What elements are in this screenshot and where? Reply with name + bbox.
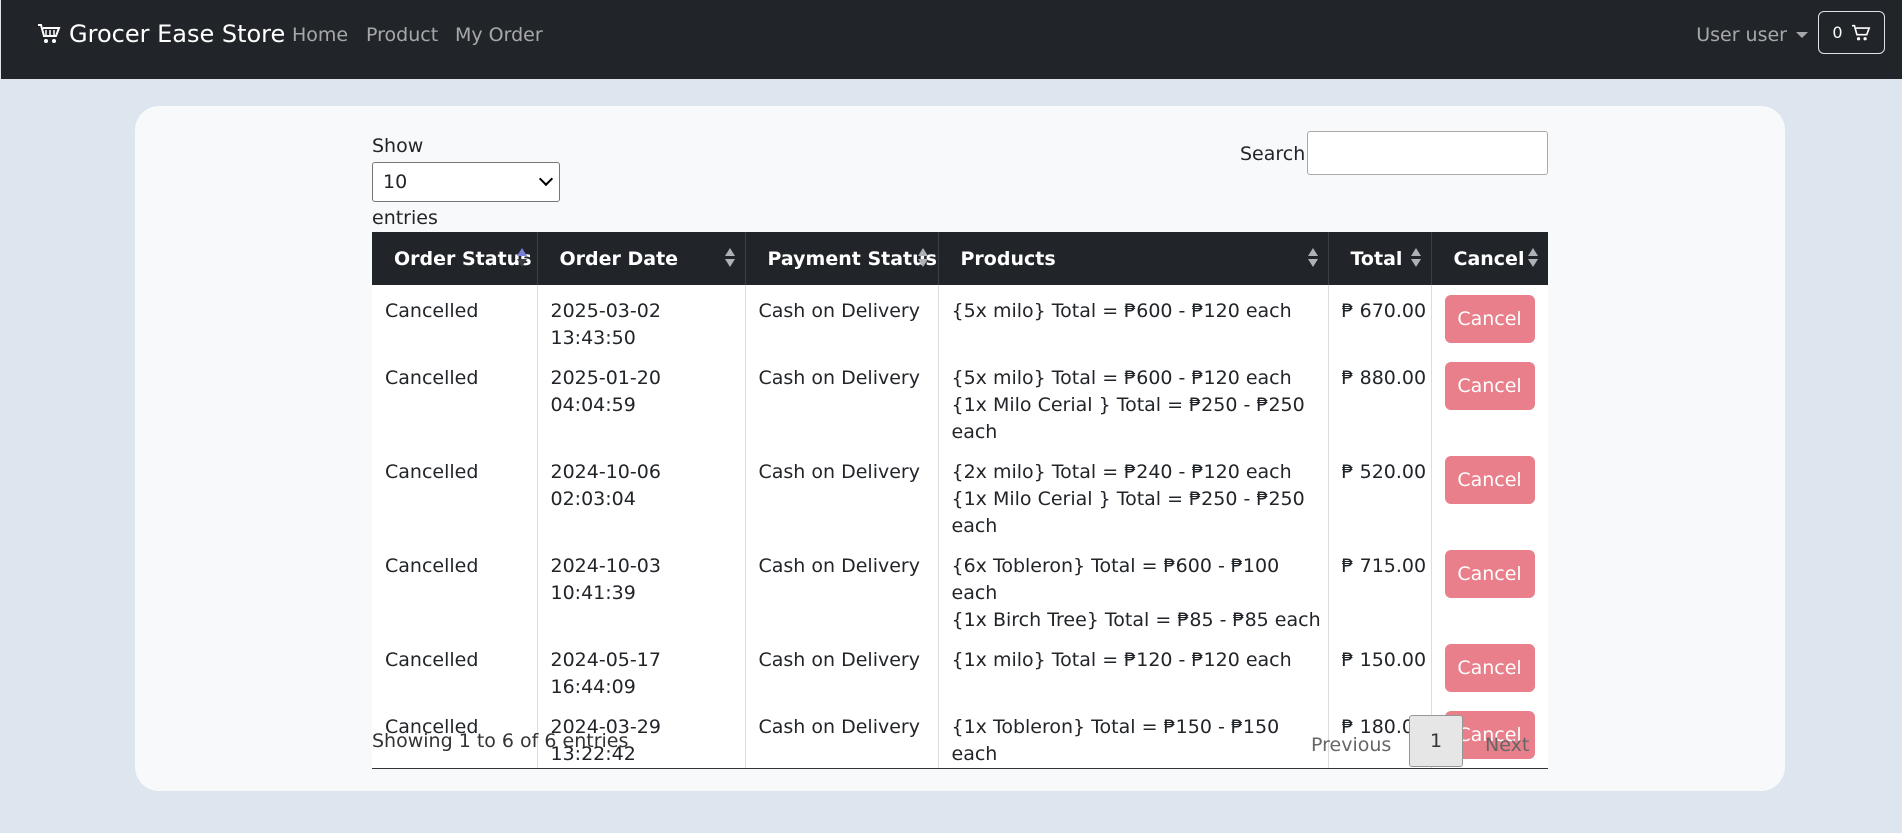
payment-status: Cash on Delivery: [745, 540, 939, 634]
cart-icon: [38, 24, 61, 43]
products: {1x Tobleron} Total = ₱150 - ₱150 each: [938, 701, 1329, 769]
order-status: Cancelled: [372, 634, 538, 701]
sort-icon: [917, 248, 928, 270]
order-status: Cancelled: [372, 446, 538, 540]
cart-icon: [1851, 24, 1870, 40]
cancel-button[interactable]: Cancel: [1444, 362, 1535, 410]
table-row: Cancelled 2025-01-20 04:04:59 Cash on De…: [372, 352, 1548, 446]
order-date: 2025-03-02 13:43:50: [537, 285, 746, 352]
table-row: Cancelled 2024-10-06 02:03:04 Cash on De…: [372, 446, 1548, 540]
cancel-cell: Cancel: [1431, 285, 1548, 352]
header-order-date[interactable]: Order Date: [537, 232, 746, 285]
brand-title: Grocer Ease Store: [69, 20, 286, 48]
order-status: Cancelled: [372, 352, 538, 446]
search-input[interactable]: [1307, 131, 1548, 175]
cancel-button[interactable]: Cancel: [1444, 456, 1535, 504]
product-line: {5x milo} Total = ₱600 - ₱120 each: [951, 367, 1292, 389]
sort-icon: [724, 248, 735, 270]
sort-icon: [1410, 248, 1421, 270]
nav-home[interactable]: Home: [292, 24, 348, 46]
cancel-cell: Cancel: [1431, 446, 1548, 540]
product-line: {6x Tobleron} Total = ₱600 - ₱100 each: [951, 555, 1280, 604]
product-line: {1x milo} Total = ₱120 - ₱120 each: [951, 649, 1292, 671]
header-cancel[interactable]: Cancel: [1431, 232, 1548, 285]
user-name: User user: [1696, 24, 1787, 46]
pagination-page-1[interactable]: 1: [1409, 715, 1463, 767]
payment-status: Cash on Delivery: [745, 634, 939, 701]
header-payment-status[interactable]: Payment Status: [745, 232, 939, 285]
search-label: Search:: [1240, 143, 1312, 165]
product-line: {1x Tobleron} Total = ₱150 - ₱150 each: [951, 716, 1280, 765]
sort-icon: [1307, 248, 1318, 270]
table-header-row: Order Status Order Date Payment Status P…: [372, 232, 1548, 285]
nav-my-order[interactable]: My Order: [455, 24, 543, 46]
header-total[interactable]: Total: [1328, 232, 1432, 285]
table-row: Cancelled 2024-10-03 10:41:39 Cash on De…: [372, 540, 1548, 634]
cancel-cell: Cancel: [1431, 540, 1548, 634]
entries-label: entries: [372, 207, 438, 229]
product-line: {1x Milo Cerial } Total = ₱250 - ₱250 ea…: [951, 488, 1305, 537]
order-date: 2024-10-06 02:03:04: [537, 446, 746, 540]
order-date: 2024-10-03 10:41:39: [537, 540, 746, 634]
products: {1x milo} Total = ₱120 - ₱120 each: [938, 634, 1329, 701]
cart-button[interactable]: 0: [1818, 11, 1885, 54]
product-line: {2x milo} Total = ₱240 - ₱120 each: [951, 461, 1292, 483]
order-date: 2025-01-20 04:04:59: [537, 352, 746, 446]
header-order-status[interactable]: Order Status: [372, 232, 538, 285]
cancel-button[interactable]: Cancel: [1444, 295, 1535, 343]
payment-status: Cash on Delivery: [745, 352, 939, 446]
header-products[interactable]: Products: [938, 232, 1329, 285]
sort-asc-icon: [516, 248, 527, 270]
payment-status: Cash on Delivery: [745, 701, 939, 769]
pagination-next[interactable]: Next: [1485, 734, 1529, 756]
order-date: 2024-05-17 16:44:09: [537, 634, 746, 701]
table-row: Cancelled 2025-03-02 13:43:50 Cash on De…: [372, 285, 1548, 352]
navbar: Grocer Ease Store Home Product My Order …: [1, 0, 1902, 79]
order-status: Cancelled: [372, 540, 538, 634]
products: {6x Tobleron} Total = ₱600 - ₱100 each {1…: [938, 540, 1329, 634]
products: {5x milo} Total = ₱600 - ₱120 each: [938, 285, 1329, 352]
cancel-cell: Cancel: [1431, 634, 1548, 701]
chevron-down-icon: [538, 171, 554, 187]
product-line: {5x milo} Total = ₱600 - ₱120 each: [951, 300, 1292, 322]
cancel-button[interactable]: Cancel: [1444, 644, 1535, 692]
nav-product[interactable]: Product: [366, 24, 438, 46]
orders-table: Order Status Order Date Payment Status P…: [372, 232, 1548, 769]
products: {2x milo} Total = ₱240 - ₱120 each {1x Mi…: [938, 446, 1329, 540]
payment-status: Cash on Delivery: [745, 446, 939, 540]
order-total: ₱ 150.00: [1328, 634, 1432, 701]
order-total: ₱ 715.00: [1328, 540, 1432, 634]
pagination-previous[interactable]: Previous: [1311, 734, 1391, 756]
order-total: ₱ 670.00: [1328, 285, 1432, 352]
sort-icon: [1528, 248, 1538, 270]
products: {5x milo} Total = ₱600 - ₱120 each {1x Mi…: [938, 352, 1329, 446]
cancel-cell: Cancel: [1431, 352, 1548, 446]
order-total: ₱ 520.00: [1328, 446, 1432, 540]
product-line: {1x Milo Cerial } Total = ₱250 - ₱250 ea…: [951, 394, 1305, 443]
chevron-down-icon: [1796, 32, 1808, 38]
cart-count: 0: [1832, 23, 1843, 42]
product-line: {1x Birch Tree} Total = ₱85 - ₱85 each: [951, 609, 1321, 631]
cancel-button[interactable]: Cancel: [1444, 550, 1535, 598]
page-size-value: 10: [383, 171, 408, 193]
brand-link[interactable]: Grocer Ease Store: [37, 20, 285, 48]
user-menu[interactable]: User user: [1696, 24, 1808, 46]
table-row: Cancelled 2024-05-17 16:44:09 Cash on De…: [372, 634, 1548, 701]
table-info: Showing 1 to 6 of 6 entries: [372, 730, 629, 752]
show-label: Show: [372, 135, 424, 157]
page-size-select[interactable]: 10: [372, 162, 560, 202]
order-status: Cancelled: [372, 285, 538, 352]
order-total: ₱ 880.00: [1328, 352, 1432, 446]
payment-status: Cash on Delivery: [745, 285, 939, 352]
